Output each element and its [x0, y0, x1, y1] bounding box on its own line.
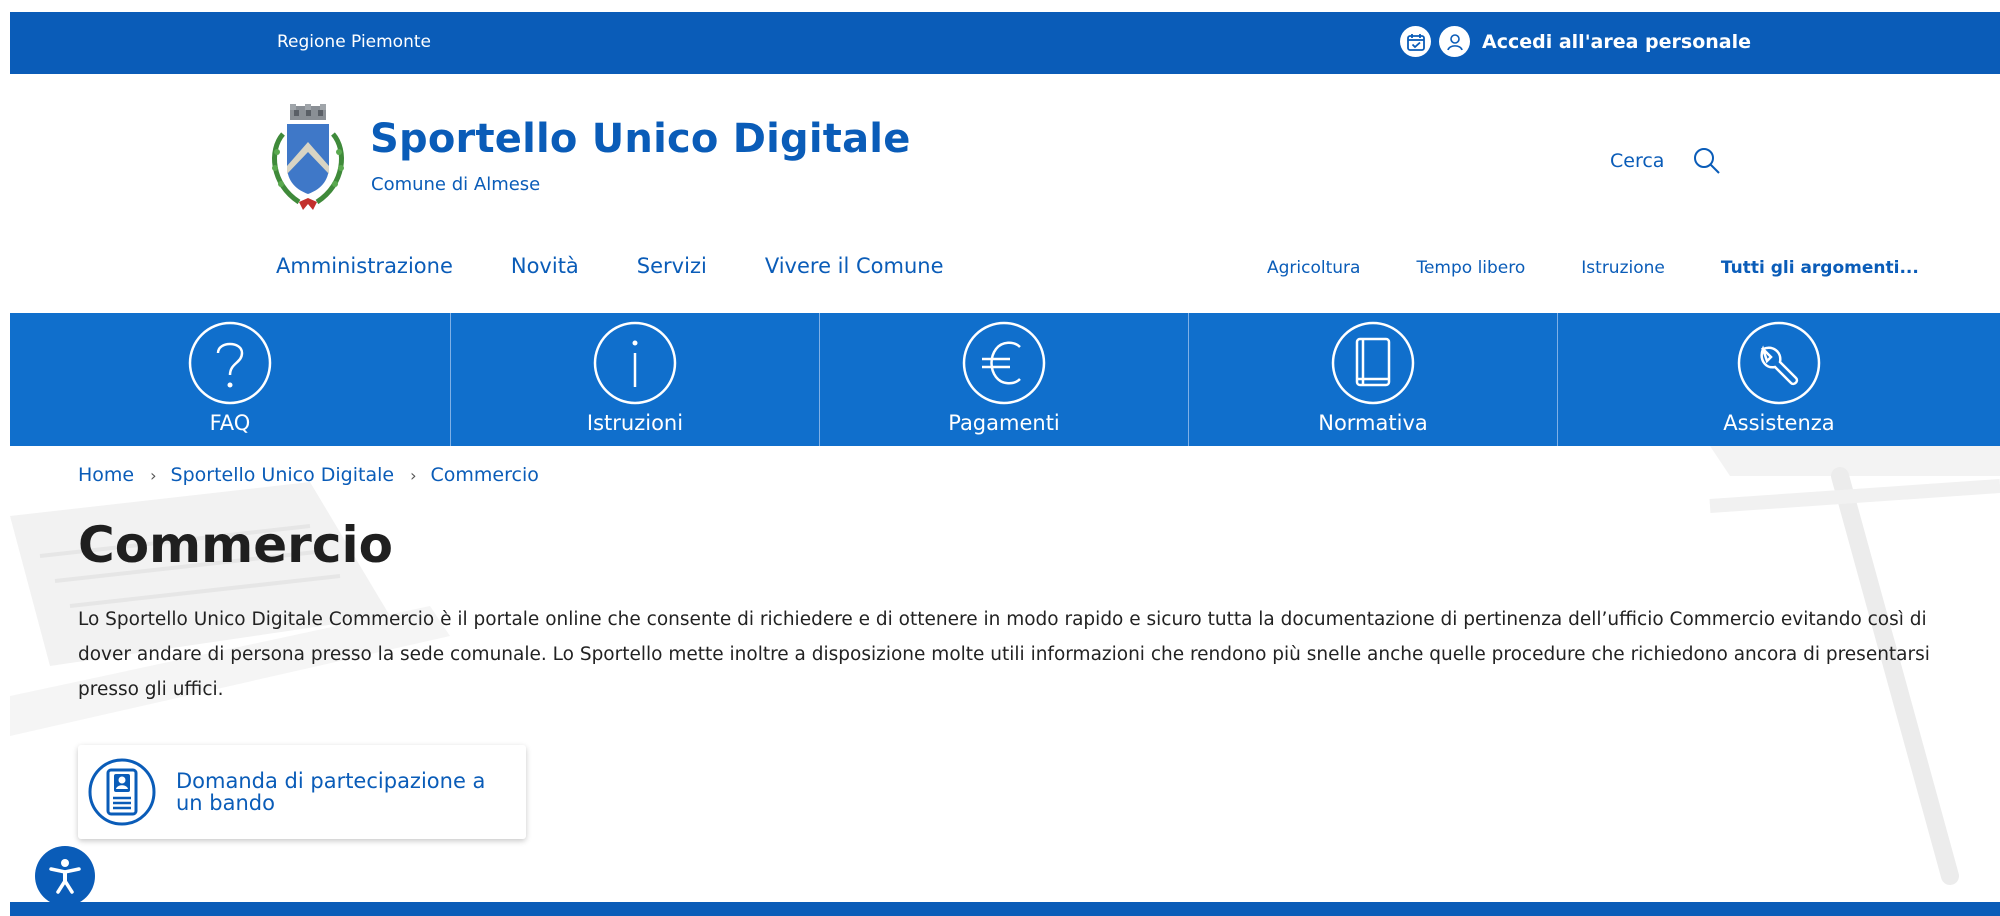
topics-navigation: Agricoltura Tempo libero Istruzione Tutt… — [1267, 258, 1919, 278]
info-icon — [593, 321, 677, 405]
tile-label: FAQ — [209, 411, 251, 435]
tile-label: Assistenza — [1723, 411, 1835, 435]
euro-icon — [962, 321, 1046, 405]
page: Regione Piemonte Accedi all'area persona… — [10, 12, 2000, 916]
breadcrumb: Home › Sportello Unico Digitale › Commer… — [78, 464, 539, 486]
municipal-crest-logo[interactable] — [263, 104, 353, 214]
personal-area-login[interactable]: Accedi all'area personale — [1400, 26, 1751, 57]
page-title: Commercio — [78, 516, 393, 574]
nav-item-novita[interactable]: Novità — [511, 254, 579, 278]
region-link[interactable]: Regione Piemonte — [277, 32, 431, 52]
top-bar: Regione Piemonte Accedi all'area persona… — [10, 12, 2000, 74]
book-icon — [1331, 321, 1415, 405]
breadcrumb-home[interactable]: Home — [78, 464, 134, 486]
tile-label: Istruzioni — [586, 411, 684, 435]
site-subtitle[interactable]: Comune di Almese — [371, 174, 540, 195]
tile-pagamenti[interactable]: Pagamenti — [820, 313, 1189, 446]
site-header: Sportello Unico Digitale Comune di Almes… — [10, 74, 2000, 320]
tile-istruzioni[interactable]: Istruzioni — [451, 313, 820, 446]
tile-normativa[interactable]: Normativa — [1189, 313, 1558, 446]
main-navigation: Amministrazione Novità Servizi Vivere il… — [276, 254, 944, 278]
service-card[interactable]: Domanda di partecipazione a un bando — [78, 745, 526, 839]
topic-agricoltura[interactable]: Agricoltura — [1267, 258, 1360, 278]
nav-item-amministrazione[interactable]: Amministrazione — [276, 254, 453, 278]
application-form-icon — [88, 758, 156, 826]
service-card-label[interactable]: Domanda di partecipazione a un bando — [176, 770, 496, 814]
breadcrumb-sportello[interactable]: Sportello Unico Digitale — [171, 464, 395, 486]
topic-all[interactable]: Tutti gli argomenti... — [1721, 258, 1919, 278]
search-trigger[interactable]: Cerca — [1610, 146, 1722, 176]
nav-item-vivere-il-comune[interactable]: Vivere il Comune — [765, 254, 944, 278]
tile-faq[interactable]: FAQ — [10, 313, 451, 446]
tile-label: Normativa — [1318, 411, 1428, 435]
breadcrumb-current[interactable]: Commercio — [431, 464, 539, 486]
topic-istruzione[interactable]: Istruzione — [1581, 258, 1665, 278]
wrench-icon — [1737, 321, 1821, 405]
topic-tempo-libero[interactable]: Tempo libero — [1416, 258, 1525, 278]
search-icon[interactable] — [1692, 146, 1722, 176]
quick-links-bar: FAQ Istruzioni Pagamenti Normativa Assis… — [10, 313, 2000, 446]
search-label[interactable]: Cerca — [1610, 150, 1664, 172]
breadcrumb-separator-icon: › — [150, 465, 157, 485]
tile-label: Pagamenti — [948, 411, 1060, 435]
accessibility-button[interactable] — [35, 846, 95, 906]
main-content: Home › Sportello Unico Digitale › Commer… — [10, 446, 2000, 916]
login-label[interactable]: Accedi all'area personale — [1482, 31, 1751, 53]
footer-bar — [10, 902, 2000, 916]
breadcrumb-separator-icon: › — [410, 465, 417, 485]
question-icon — [188, 321, 272, 405]
tile-assistenza[interactable]: Assistenza — [1558, 313, 2000, 446]
accessibility-icon — [49, 859, 81, 894]
user-icon[interactable] — [1439, 26, 1470, 57]
calendar-check-icon[interactable] — [1400, 26, 1431, 57]
page-description: Lo Sportello Unico Digitale Commercio è … — [78, 609, 1930, 700]
nav-item-servizi[interactable]: Servizi — [637, 254, 707, 278]
site-title[interactable]: Sportello Unico Digitale — [370, 116, 911, 162]
